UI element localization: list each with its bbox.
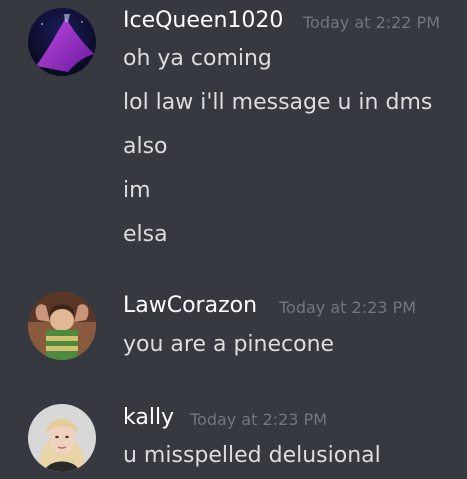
username-lawcorazon[interactable]: LawCorazon — [123, 293, 257, 318]
avatar-kally[interactable] — [28, 404, 96, 472]
avatar-image — [28, 8, 96, 76]
username-kally[interactable]: kally — [123, 405, 174, 430]
message-line: elsa — [123, 222, 168, 247]
message-line: im — [123, 178, 151, 203]
avatar-image — [28, 292, 96, 360]
message-line: u misspelled delusional — [123, 443, 381, 468]
message-line: oh ya coming — [123, 46, 272, 71]
message-line: also — [123, 134, 168, 159]
avatar-lawcorazon[interactable] — [28, 292, 96, 360]
timestamp: Today at 2:23 PM — [279, 298, 416, 317]
timestamp: Today at 2:23 PM — [190, 410, 327, 429]
username-icequeen1020[interactable]: IceQueen1020 — [123, 8, 283, 33]
message-line: you are a pinecone — [123, 332, 335, 357]
avatar-icequeen1020[interactable] — [28, 8, 96, 76]
message-line: lol law i'll message u in dms — [123, 90, 433, 115]
avatar-image — [28, 404, 96, 472]
timestamp: Today at 2:22 PM — [303, 13, 440, 32]
